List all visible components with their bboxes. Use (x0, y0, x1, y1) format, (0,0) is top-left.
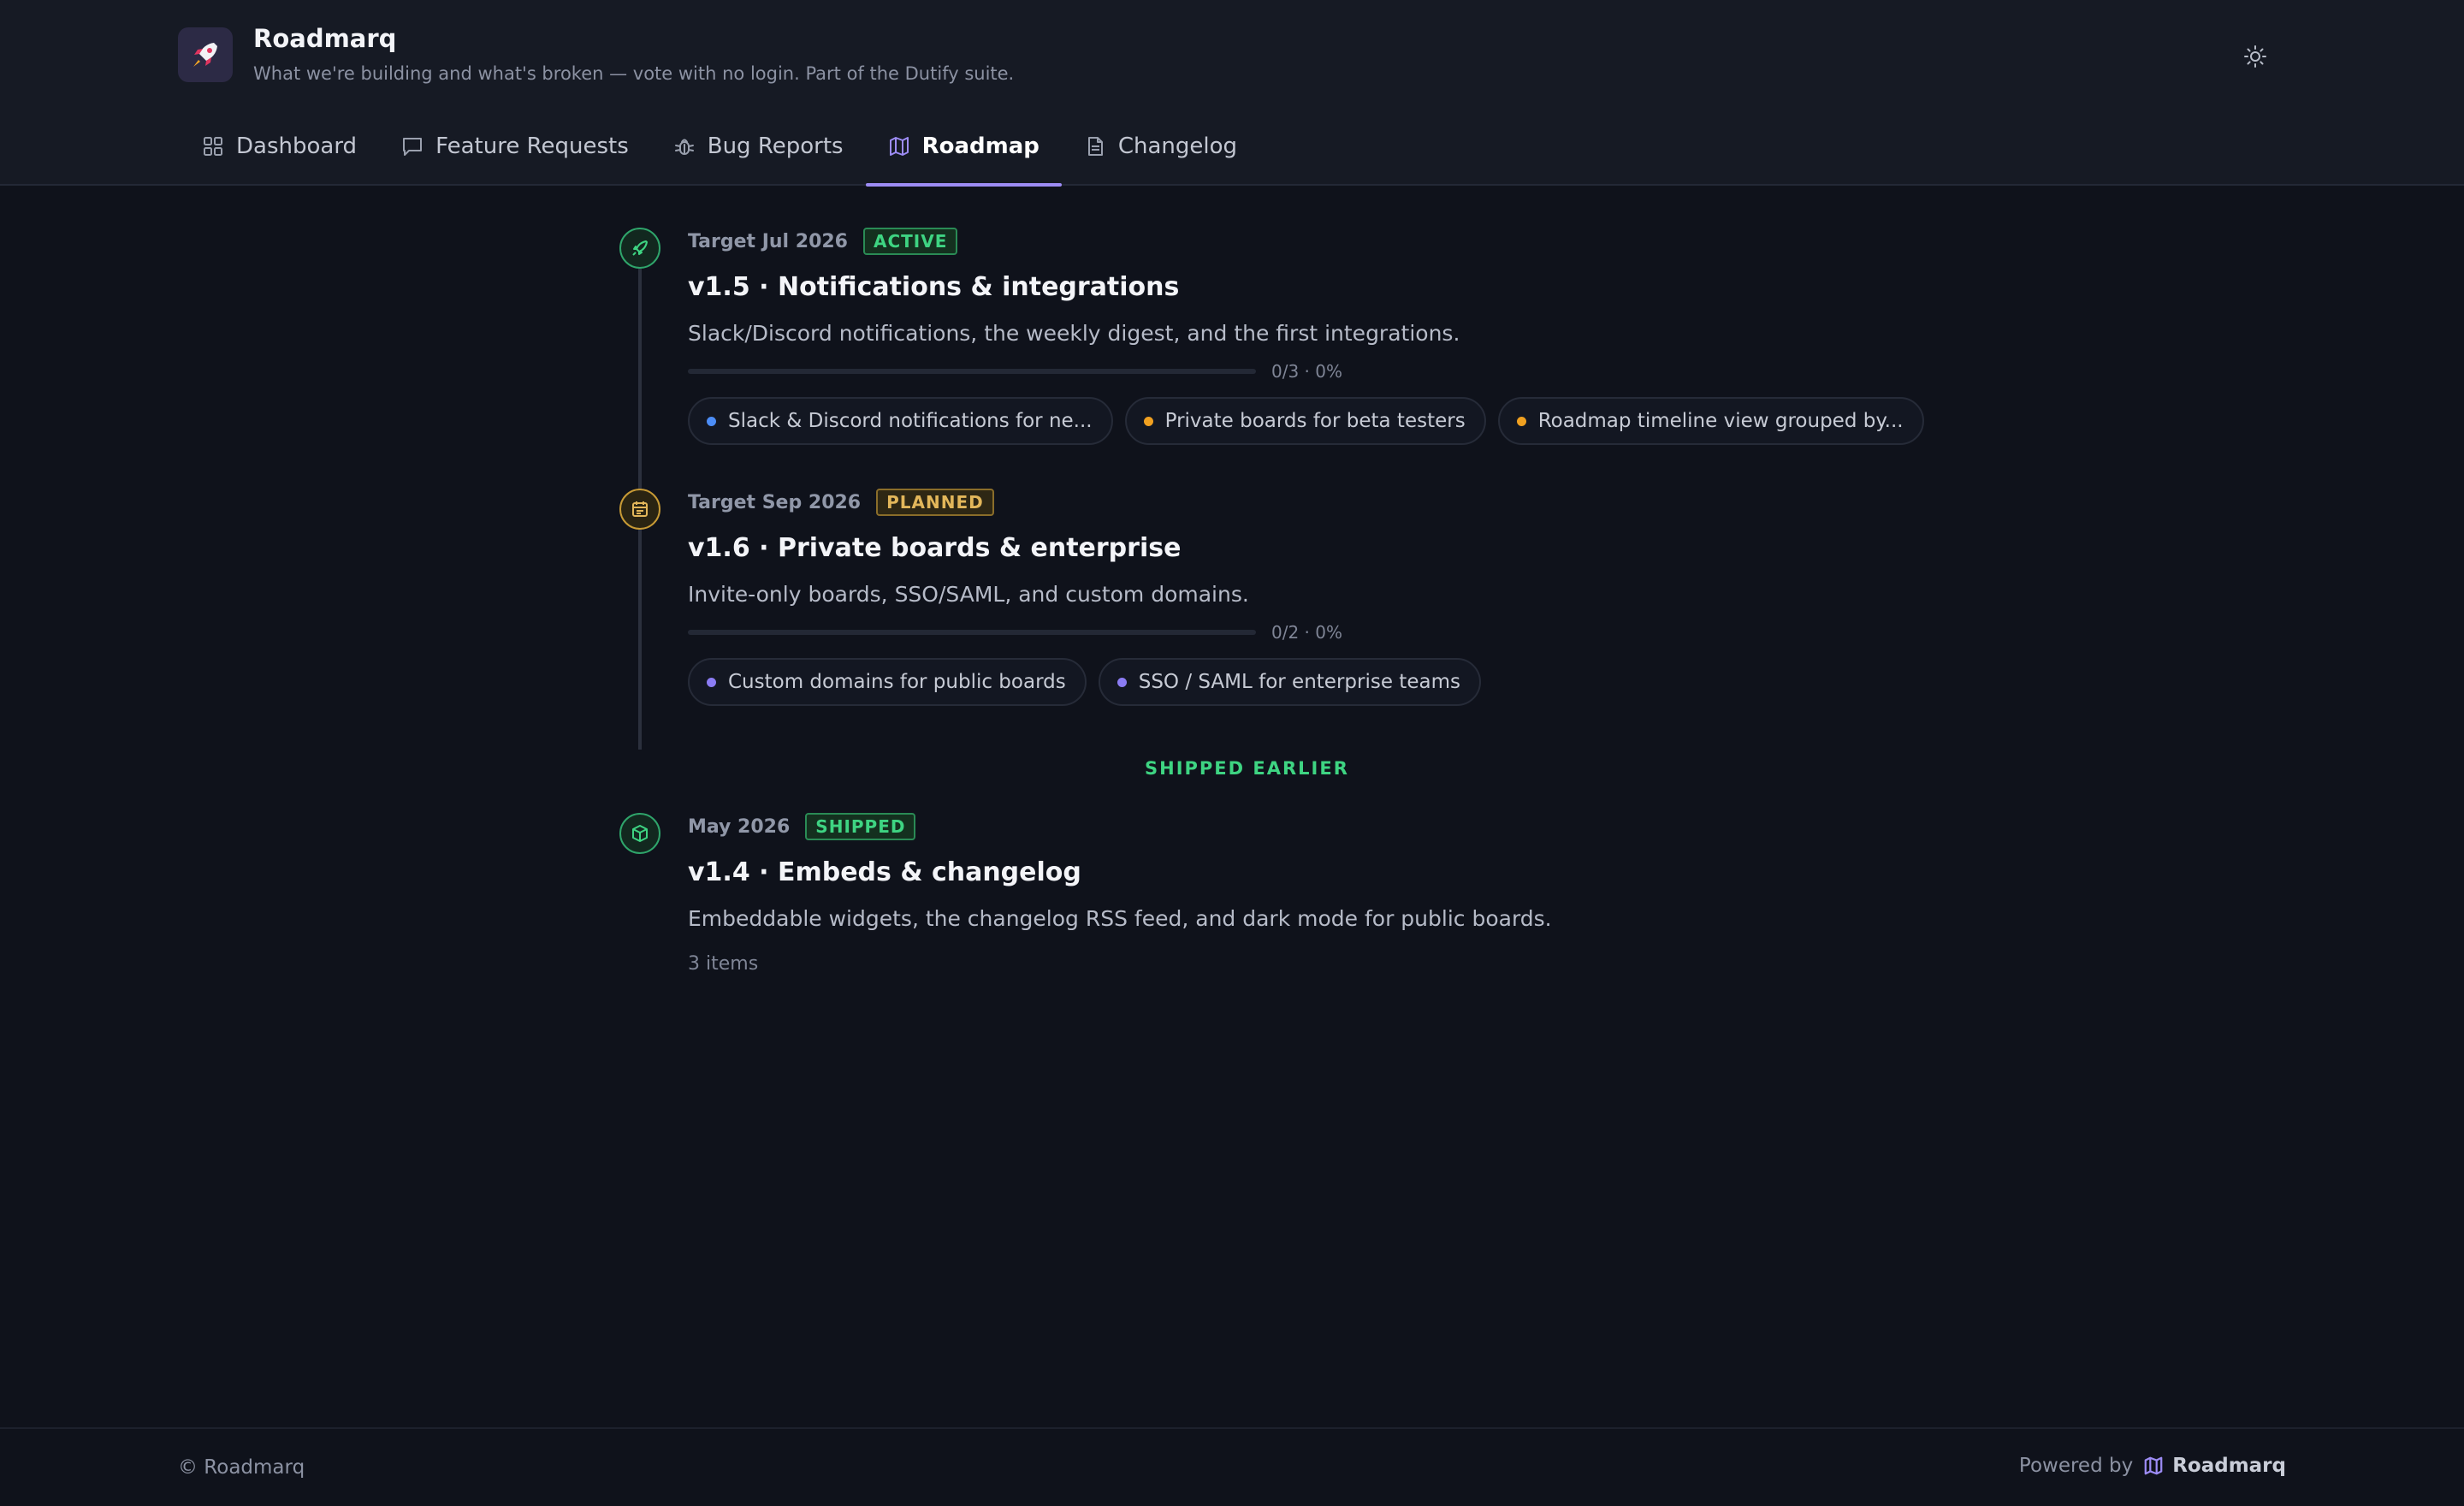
map-icon (889, 137, 909, 156)
milestone-shipped-node (619, 813, 660, 854)
tab-bug-reports[interactable]: Bug Reports (651, 120, 866, 186)
status-dot (1143, 416, 1153, 426)
rocket-logo-icon (178, 27, 233, 82)
tab-dashboard-label: Dashboard (236, 133, 358, 159)
powered-by-label: Powered by (2018, 1455, 2134, 1477)
shipped-earlier-heading: SHIPPED EARLIER (1145, 758, 1349, 779)
roadmap-item-label: Slack & Discord notifications for ne... (728, 410, 1093, 432)
status-dot (1116, 677, 1127, 687)
milestone-v1-4: May 2026 SHIPPED v1.4 · Embeds & changel… (688, 813, 1552, 975)
progress-text: 0/2 · 0% (1271, 622, 1342, 643)
status-badge: SHIPPED (805, 813, 916, 840)
status-badge: PLANNED (876, 489, 994, 516)
tab-roadmap-label: Roadmap (921, 133, 1040, 159)
tab-bug-reports-label: Bug Reports (707, 133, 844, 159)
footer: © Roadmarq Powered by Roadmarq (0, 1427, 2464, 1506)
progress-bar (688, 630, 1256, 635)
theme-toggle-sun-icon[interactable] (2236, 38, 2274, 75)
milestone-target-date: May 2026 (688, 815, 791, 838)
roadmap-item-label: Private boards for beta testers (1164, 410, 1466, 432)
rocket-icon (632, 240, 648, 256)
tab-feature-requests[interactable]: Feature Requests (379, 120, 651, 186)
roadmap-item-label: Custom domains for public boards (728, 671, 1066, 693)
powered-by-brand-name: Roadmarq (2172, 1455, 2286, 1477)
roadmap-item-chip[interactable]: Slack & Discord notifications for ne... (688, 397, 1113, 445)
roadmap-item-chip[interactable]: SSO / SAML for enterprise teams (1098, 658, 1481, 706)
powered-by-brand-link[interactable]: Roadmarq (2143, 1455, 2286, 1477)
milestone-description: Slack/Discord notifications, the weekly … (688, 321, 1460, 346)
milestone-title: v1.6 · Private boards & enterprise (688, 533, 1182, 563)
grid-icon (204, 137, 222, 156)
tab-changelog-label: Changelog (1117, 133, 1238, 159)
chat-icon (403, 138, 423, 156)
tab-dashboard[interactable]: Dashboard (180, 120, 379, 186)
tab-feature-requests-label: Feature Requests (435, 133, 629, 159)
map-icon (2144, 1456, 2163, 1475)
progress-bar (688, 369, 1256, 374)
roadmap-item-chip[interactable]: Private boards for beta testers (1124, 397, 1486, 445)
roadmap-item-label: Roadmap timeline view grouped by... (1537, 410, 1904, 432)
app-subtitle: What we're building and what's broken — … (253, 63, 1015, 84)
tab-changelog[interactable]: Changelog (1062, 120, 1259, 186)
milestone-description: Embeddable widgets, the changelog RSS fe… (688, 906, 1552, 931)
milestone-target-date: Target Sep 2026 (688, 491, 862, 513)
progress-text: 0/3 · 0% (1271, 361, 1342, 382)
milestone-v1-5: Target Jul 2026 ACTIVE v1.5 · Notificati… (688, 228, 1924, 445)
milestone-v1-6: Target Sep 2026 PLANNED v1.6 · Private b… (688, 489, 1481, 706)
app-title: Roadmarq (253, 24, 397, 53)
powered-by: Powered by Roadmarq (2019, 1455, 2286, 1477)
roadmap-item-chip[interactable]: Roadmap timeline view grouped by... (1497, 397, 1924, 445)
main-nav: Dashboard Feature Requests Bug Reports R… (180, 120, 1259, 187)
milestone-target-date: Target Jul 2026 (688, 230, 848, 252)
milestone-title: v1.5 · Notifications & integrations (688, 272, 1180, 302)
bug-icon (674, 139, 694, 155)
calendar-icon (632, 501, 648, 517)
items-count-link[interactable]: 3 items (688, 953, 1552, 975)
document-icon (1087, 137, 1103, 156)
milestone-planned-node (619, 489, 660, 530)
copyright: © Roadmarq (178, 1456, 305, 1479)
milestone-title: v1.4 · Embeds & changelog (688, 857, 1081, 887)
status-badge: ACTIVE (863, 228, 958, 255)
roadmap-item-label: SSO / SAML for enterprise teams (1138, 671, 1460, 693)
status-dot (707, 416, 716, 426)
app-header: Roadmarq What we're building and what's … (0, 0, 2464, 187)
milestone-active-node (619, 228, 660, 269)
package-icon (632, 825, 648, 842)
roadmap-item-chip[interactable]: Custom domains for public boards (688, 658, 1087, 706)
status-dot (707, 677, 716, 687)
milestone-description: Invite-only boards, SSO/SAML, and custom… (688, 582, 1249, 607)
status-dot (1516, 416, 1526, 426)
tab-roadmap[interactable]: Roadmap (865, 120, 1063, 187)
